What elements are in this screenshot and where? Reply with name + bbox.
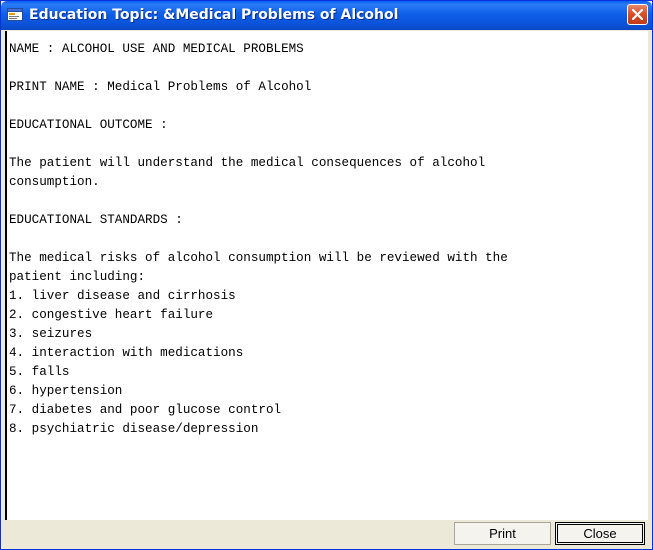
text-line: NAME : ALCOHOL USE AND MEDICAL PROBLEMS <box>9 42 304 56</box>
text-line: 6. hypertension <box>9 384 123 398</box>
text-line: consumption. <box>9 175 100 189</box>
text-line: 7. diabetes and poor glucose control <box>9 403 282 417</box>
window-title: Education Topic: &Medical Problems of Al… <box>29 7 399 23</box>
text-line: 4. interaction with medications <box>9 346 244 360</box>
title-bar[interactable]: Education Topic: &Medical Problems of Al… <box>1 1 652 30</box>
button-bar: Print Close <box>5 521 648 546</box>
text-line: EDUCATIONAL OUTCOME : <box>9 118 168 132</box>
text-line: The patient will understand the medical … <box>9 156 486 170</box>
window-close-button[interactable] <box>627 4 648 25</box>
education-window-icon <box>7 7 23 22</box>
topic-text-area[interactable]: NAME : ALCOHOL USE AND MEDICAL PROBLEMS … <box>5 31 648 520</box>
close-icon <box>632 9 643 20</box>
text-line: 3. seizures <box>9 327 93 341</box>
text-line: 8. psychiatric disease/depression <box>9 422 259 436</box>
text-line: PRINT NAME : Medical Problems of Alcohol <box>9 80 312 94</box>
print-button[interactable]: Print <box>454 522 551 545</box>
text-line: 5. falls <box>9 365 70 379</box>
text-line: 2. congestive heart failure <box>9 308 214 322</box>
text-line: The medical risks of alcohol consumption… <box>9 251 508 265</box>
text-line: EDUCATIONAL STANDARDS : <box>9 213 183 227</box>
close-button[interactable]: Close <box>555 522 645 545</box>
topic-text: NAME : ALCOHOL USE AND MEDICAL PROBLEMS … <box>7 31 648 439</box>
text-line: 1. liver disease and cirrhosis <box>9 289 236 303</box>
education-topic-window: Education Topic: &Medical Problems of Al… <box>0 0 653 550</box>
text-line: patient including: <box>9 270 146 284</box>
